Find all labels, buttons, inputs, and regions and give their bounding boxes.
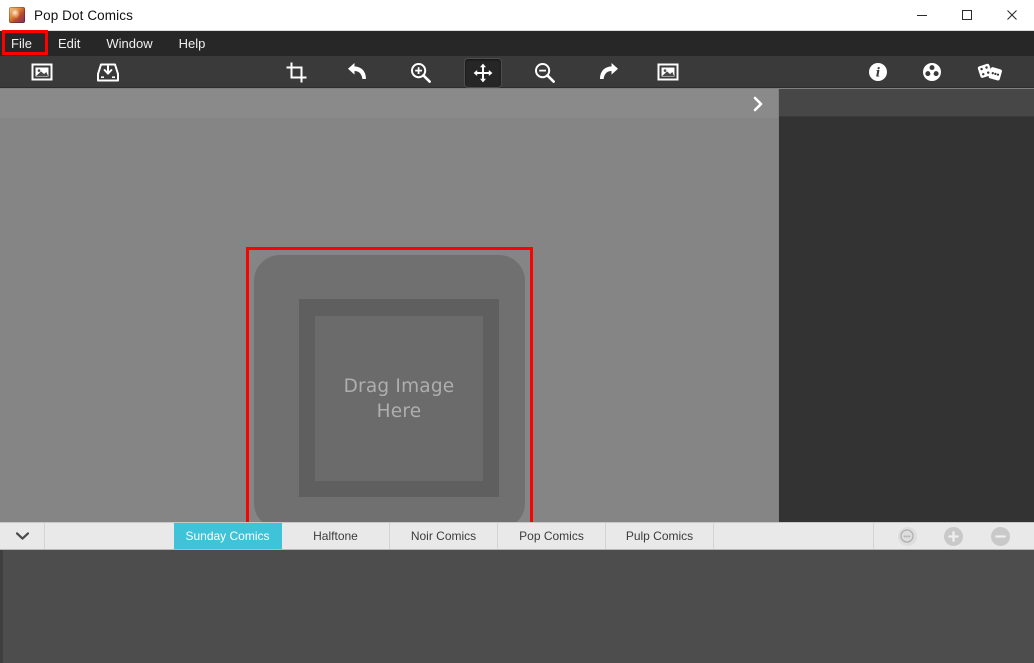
tab-bar-actions <box>874 523 1034 549</box>
chevron-down-icon[interactable] <box>0 523 45 549</box>
tab-bar-filler <box>714 523 874 549</box>
menu-item-edit[interactable]: Edit <box>45 31 93 56</box>
bottom-panel-edge <box>0 550 3 663</box>
remove-preset-icon[interactable] <box>991 527 1010 546</box>
tab-sunday-comics[interactable]: Sunday Comics <box>174 523 282 549</box>
menu-bar: File Edit Window Help <box>0 31 1034 56</box>
drop-image-zone[interactable]: Drag Image Here <box>246 247 533 522</box>
menu-item-help[interactable]: Help <box>166 31 219 56</box>
bottom-panel <box>0 550 1034 663</box>
preset-tab-bar: Sunday Comics Halftone Noir Comics Pop C… <box>0 522 1034 550</box>
close-button[interactable] <box>989 0 1034 31</box>
canvas-top-strip <box>0 89 778 118</box>
minimize-button[interactable] <box>899 0 944 31</box>
title-bar: Pop Dot Comics <box>0 0 1034 31</box>
redo-icon[interactable] <box>590 58 626 86</box>
dropzone-panel[interactable]: Drag Image Here <box>254 255 525 522</box>
maximize-button[interactable] <box>944 0 989 31</box>
open-image-icon[interactable] <box>24 58 60 86</box>
app-thumbnail-icon <box>9 7 25 23</box>
right-side-panel <box>779 89 1034 522</box>
tab-pop-comics[interactable]: Pop Comics <box>498 523 606 549</box>
right-panel-header <box>779 89 1034 117</box>
info-icon[interactable]: i <box>860 58 896 86</box>
menu-item-file[interactable]: File <box>0 31 45 56</box>
dropzone-label-line2: Here <box>377 401 422 422</box>
svg-text:i: i <box>876 66 881 80</box>
move-tool-icon[interactable] <box>464 58 502 88</box>
application-window: Pop Dot Comics File Edit Win <box>0 0 1034 663</box>
save-image-icon[interactable] <box>90 58 126 86</box>
tab-bar-spacer <box>45 523 174 549</box>
settings-icon[interactable] <box>914 58 950 86</box>
tab-pulp-comics[interactable]: Pulp Comics <box>606 523 714 549</box>
tab-noir-comics[interactable]: Noir Comics <box>390 523 498 549</box>
fit-image-icon[interactable] <box>650 58 686 86</box>
randomize-dice-icon[interactable] <box>972 58 1008 86</box>
tab-halftone[interactable]: Halftone <box>282 523 390 549</box>
menu-item-window[interactable]: Window <box>93 31 165 56</box>
dropzone-label-line1: Drag Image <box>344 376 455 397</box>
canvas-area[interactable]: Drag Image Here <box>0 89 778 522</box>
add-preset-icon[interactable] <box>944 527 963 546</box>
crop-icon[interactable] <box>278 58 314 86</box>
preset-options-icon[interactable] <box>898 527 917 546</box>
dropzone-label: Drag Image Here <box>344 374 455 424</box>
dropzone-inner: Drag Image Here <box>315 316 483 481</box>
window-controls <box>899 0 1034 31</box>
zoom-out-icon[interactable] <box>526 58 562 86</box>
zoom-in-icon[interactable] <box>402 58 438 86</box>
undo-icon[interactable] <box>340 58 376 86</box>
chevron-right-icon[interactable] <box>744 89 772 118</box>
window-title: Pop Dot Comics <box>34 0 133 31</box>
dropzone-frame: Drag Image Here <box>299 299 499 497</box>
main-toolbar: i <box>0 56 1034 88</box>
